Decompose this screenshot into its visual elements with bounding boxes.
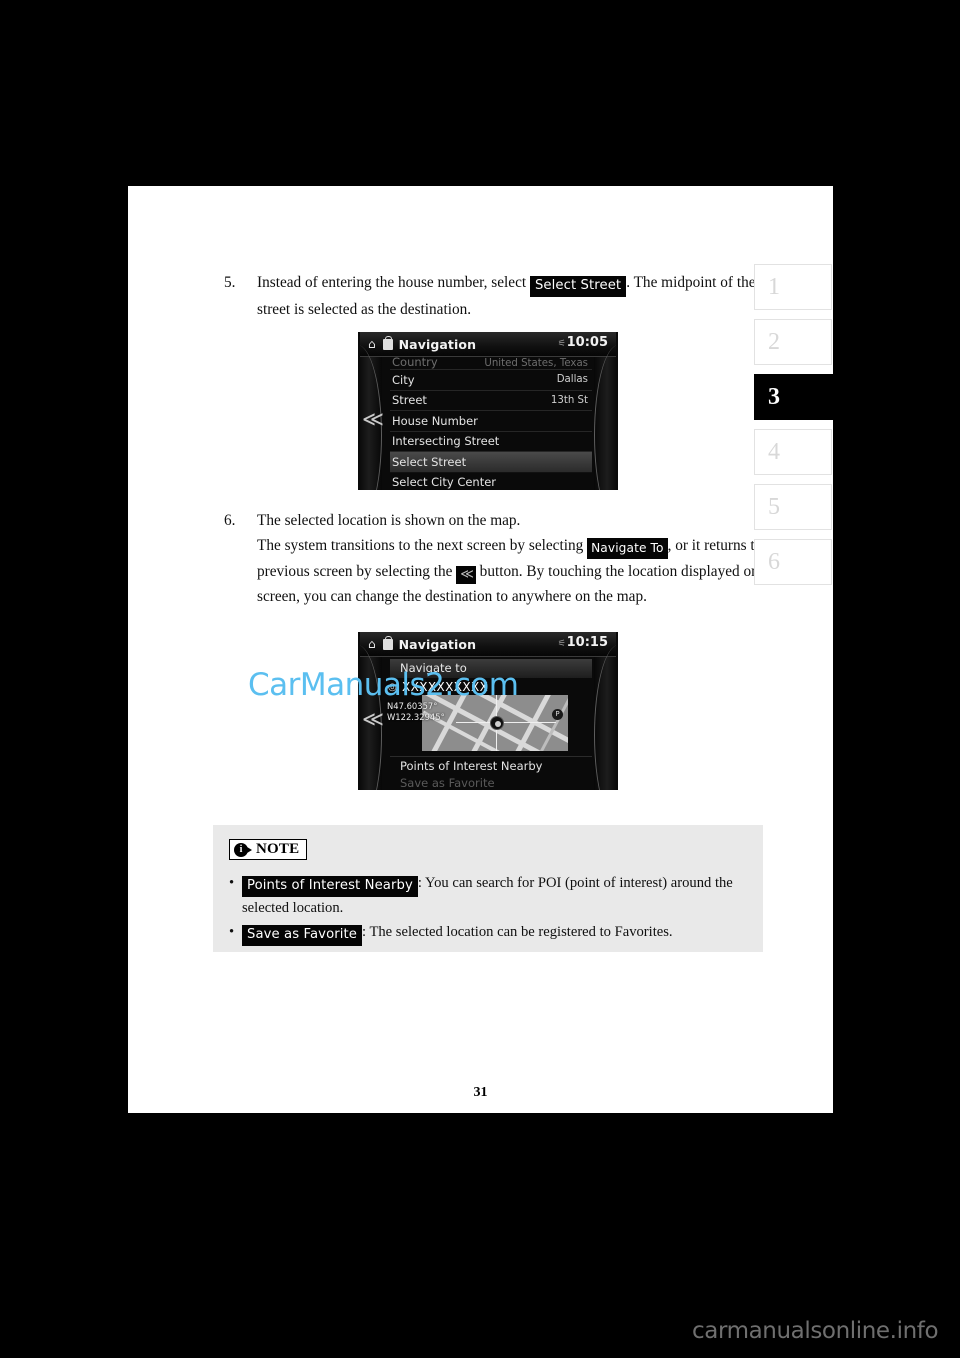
select-street-chip: Select Street bbox=[529, 276, 627, 297]
navigation-screenshot-street-list: ⌂ Navigation ⚟ 10:05 ≪ Country United St… bbox=[358, 332, 618, 490]
page-number: 31 bbox=[473, 1085, 488, 1100]
chapter-tab-5[interactable]: 5 bbox=[754, 484, 832, 530]
note-info-icon: i bbox=[234, 842, 252, 857]
row-label: House Number bbox=[392, 413, 478, 428]
chapter-tab-3[interactable]: 3 bbox=[754, 374, 845, 420]
points-of-interest-row: Points of Interest Nearby bbox=[390, 756, 592, 774]
note-label: NOTE bbox=[256, 841, 300, 857]
note-box: i NOTE • Points of Interest Nearby: You … bbox=[213, 825, 763, 952]
device1-clock: 10:05 bbox=[566, 335, 608, 350]
list-item: Intersecting Street bbox=[390, 432, 592, 452]
device1-row-list: Country United States, Texas City Dallas… bbox=[390, 357, 592, 490]
step-5-number: 5. bbox=[224, 274, 236, 291]
navigation-bag-icon bbox=[382, 335, 393, 350]
note-tag: i NOTE bbox=[229, 839, 308, 860]
crosshair-horizontal bbox=[456, 722, 556, 723]
step-5-body: Instead of entering the house number, se… bbox=[257, 270, 769, 322]
bluetooth-icon: ⚟ bbox=[557, 639, 566, 649]
save-as-favorite-row: Save as Favorite bbox=[400, 776, 495, 790]
note-item-list: • Points of Interest Nearby: You can sea… bbox=[229, 872, 747, 946]
list-item: House Number bbox=[390, 411, 592, 432]
navigation-bag-icon bbox=[382, 635, 393, 650]
list-item: Select City Center bbox=[390, 473, 592, 491]
back-icon: ≪ bbox=[362, 707, 384, 731]
row-label: City bbox=[392, 372, 415, 387]
step-6-line-1: The selected location is shown on the ma… bbox=[257, 512, 521, 529]
list-item: City Dallas bbox=[390, 370, 592, 391]
longitude: W122.32945° bbox=[387, 712, 445, 722]
list-item: Street 13th St bbox=[390, 391, 592, 411]
row-label: Select City Center bbox=[392, 475, 497, 490]
navigate-to-chip: Navigate To bbox=[587, 538, 668, 559]
row-value: Dallas bbox=[556, 374, 588, 386]
device2-title: Navigation bbox=[398, 636, 477, 652]
step-6-text-before: The system transitions to the next scree… bbox=[257, 537, 584, 554]
note-item-text: Save as Favorite: The selected location … bbox=[242, 921, 747, 946]
note-bullet: • bbox=[229, 875, 235, 891]
map-street bbox=[502, 695, 559, 751]
note-item: • Save as Favorite: The selected locatio… bbox=[229, 921, 747, 946]
map-center-marker bbox=[490, 716, 504, 730]
device1-header: ⌂ Navigation ⚟ 10:05 bbox=[360, 332, 616, 357]
device2-header: ⌂ Navigation ⚟ 10:15 bbox=[360, 632, 616, 657]
device1-right-rail bbox=[594, 345, 616, 490]
device1-body: ≪ Country United States, Texas City Dall… bbox=[360, 345, 616, 490]
list-item: Country United States, Texas bbox=[390, 357, 592, 370]
note-item: • Points of Interest Nearby: You can sea… bbox=[229, 872, 747, 919]
watermark-carmanualsonline: carmanualsonline.info bbox=[692, 1318, 939, 1344]
map-street bbox=[458, 695, 515, 751]
note-item-desc: : The selected location can be registere… bbox=[362, 924, 673, 940]
manual-page-sheet: 5. Instead of entering the house number,… bbox=[128, 186, 833, 1113]
row-label: Intersecting Street bbox=[392, 434, 500, 449]
navigation-screenshot-map-preview: ⌂ Navigation ⚟ 10:15 ≪ Navigate to ◎ XXX… bbox=[358, 632, 618, 790]
home-icon: ⌂ bbox=[368, 337, 376, 351]
back-icon: ≪ bbox=[362, 407, 384, 431]
list-item-selected: Select Street bbox=[390, 452, 592, 473]
chapter-tab-2[interactable]: 2 bbox=[754, 319, 832, 365]
device1-title: Navigation bbox=[398, 336, 477, 352]
device2-clock: 10:15 bbox=[566, 635, 608, 650]
step-6: 6. The selected location is shown on the… bbox=[224, 508, 789, 609]
row-label: Country bbox=[392, 357, 438, 369]
watermark-carmanuals2: CarManuals2.com bbox=[248, 667, 519, 703]
note-item-text: Points of Interest Nearby: You can searc… bbox=[242, 872, 747, 919]
save-as-favorite-chip: Save as Favorite bbox=[242, 925, 363, 946]
points-of-interest-nearby-chip: Points of Interest Nearby bbox=[242, 876, 418, 897]
chapter-tab-1[interactable]: 1 bbox=[754, 264, 832, 310]
row-label: Select Street bbox=[392, 454, 467, 469]
home-icon: ⌂ bbox=[368, 637, 376, 651]
step-6-line-rest: The system transitions to the next scree… bbox=[257, 533, 789, 609]
chapter-tab-4[interactable]: 4 bbox=[754, 429, 832, 475]
step-5-text-before: Instead of entering the house number, se… bbox=[257, 274, 527, 291]
chapter-tab-6[interactable]: 6 bbox=[754, 539, 832, 585]
step-6-number: 6. bbox=[224, 512, 236, 529]
device2-right-rail bbox=[594, 645, 616, 790]
back-button-chip: ≪ bbox=[456, 566, 476, 584]
poi-badge-icon: P bbox=[552, 709, 563, 720]
note-bullet: • bbox=[229, 924, 235, 940]
step-6-body: The selected location is shown on the ma… bbox=[257, 508, 789, 609]
chapter-tab-strip: 1 2 3 4 5 6 bbox=[754, 264, 845, 594]
coordinates: N47.60357° W122.32945° bbox=[387, 701, 445, 723]
row-value: United States, Texas bbox=[484, 358, 588, 369]
row-label: Street bbox=[392, 393, 427, 408]
row-value: 13th St bbox=[550, 394, 588, 406]
step-5: 5. Instead of entering the house number,… bbox=[224, 270, 769, 322]
bluetooth-icon: ⚟ bbox=[557, 339, 566, 349]
